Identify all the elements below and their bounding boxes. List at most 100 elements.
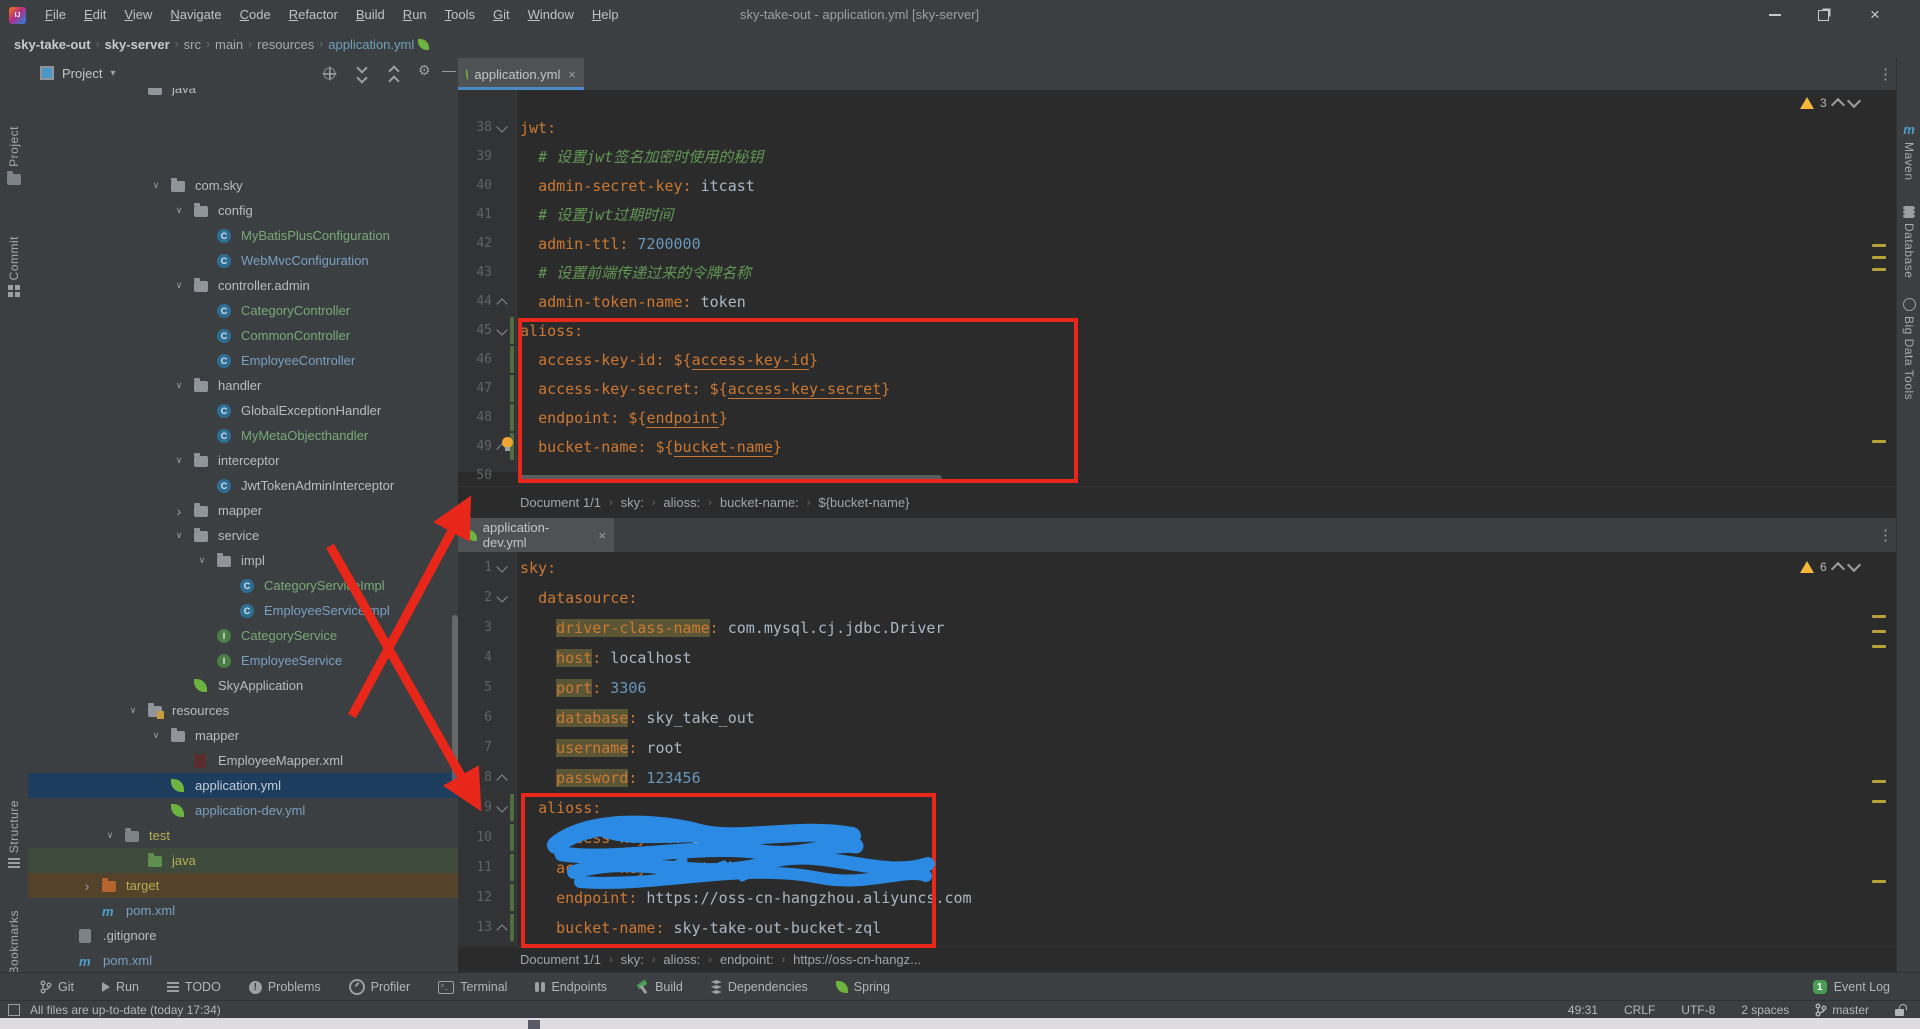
menu-tools[interactable]: Tools bbox=[436, 7, 484, 22]
editor1-options-icon[interactable]: ⋮ bbox=[1878, 65, 1894, 83]
breadcrumb-item[interactable]: ${bucket-name} bbox=[818, 495, 909, 510]
indent-setting[interactable]: 2 spaces bbox=[1741, 1003, 1789, 1017]
chevron-expanded-icon[interactable]: ∨ bbox=[174, 205, 184, 216]
breadcrumb-item[interactable]: Document 1/1 bbox=[520, 952, 601, 967]
breadcrumb-resources[interactable]: resources bbox=[257, 37, 314, 52]
breadcrumb-src[interactable]: src bbox=[184, 37, 201, 52]
code-line-3[interactable]: 3 driver-class-name: com.mysql.cj.jdbc.D… bbox=[458, 613, 1896, 642]
code-line-11[interactable]: 11 access-key-secret: keykY bbox=[458, 853, 1896, 882]
toolwindow-run[interactable]: Run bbox=[102, 980, 139, 994]
code-line-45[interactable]: 45alioss: bbox=[458, 316, 1896, 345]
caret-position[interactable]: 49:31 bbox=[1568, 1003, 1598, 1017]
code-line-46[interactable]: 46 access-key-id: ${access-key-id} bbox=[458, 345, 1896, 374]
line-ending[interactable]: CRLF bbox=[1624, 1003, 1655, 1017]
chevron-expanded-icon[interactable]: ∨ bbox=[128, 705, 138, 716]
fold-marker-icon[interactable] bbox=[496, 561, 507, 572]
code-line-41[interactable]: 41 # 设置jwt过期时间 bbox=[458, 200, 1896, 229]
menu-git[interactable]: Git bbox=[484, 7, 519, 22]
breadcrumb-sky-server[interactable]: sky-server bbox=[105, 37, 170, 52]
tree-item-interceptor[interactable]: ∨interceptor bbox=[28, 448, 458, 473]
lock-icon[interactable] bbox=[1895, 1009, 1904, 1016]
editor1-inspection-widget[interactable]: 3 bbox=[1800, 96, 1859, 110]
breadcrumb-item[interactable]: alioss: bbox=[663, 952, 700, 967]
menu-navigate[interactable]: Navigate bbox=[161, 7, 230, 22]
tree-item-application-dev.yml[interactable]: application-dev.yml bbox=[28, 798, 458, 823]
menu-edit[interactable]: Edit bbox=[75, 7, 115, 22]
tree-item-pom.xml[interactable]: mpom.xml bbox=[28, 948, 458, 972]
project-panel-title[interactable]: Project bbox=[62, 66, 102, 81]
breadcrumb-sky-take-out[interactable]: sky-take-out bbox=[14, 37, 91, 52]
tree-item-categoryserviceimpl[interactable]: CCategoryServiceImpl bbox=[28, 573, 458, 598]
tab-close-icon[interactable]: × bbox=[568, 67, 576, 82]
tree-item-controller.admin[interactable]: ∨controller.admin bbox=[28, 273, 458, 298]
chevron-collapsed-icon[interactable]: › bbox=[82, 878, 92, 894]
code-line-13[interactable]: 13 bucket-name: sky-take-out-bucket-zql bbox=[458, 913, 1896, 942]
menu-window[interactable]: Window bbox=[519, 7, 583, 22]
locate-file-icon[interactable] bbox=[322, 66, 337, 81]
sidebar-tool-maven[interactable]: mMaven bbox=[1897, 122, 1920, 181]
breadcrumb-item[interactable]: endpoint: bbox=[720, 952, 774, 967]
tab-application-dev-yml[interactable]: application-dev.yml × bbox=[458, 518, 614, 552]
tab-application-yml[interactable]: application.yml × bbox=[458, 58, 584, 90]
code-line-49[interactable]: 49 bucket-name: ${bucket-name} bbox=[458, 432, 1896, 461]
code-line-8[interactable]: 8 password: 123456 bbox=[458, 763, 1896, 792]
tree-item-employeeservice[interactable]: IEmployeeService bbox=[28, 648, 458, 673]
toolwindow-build[interactable]: Build bbox=[635, 980, 683, 994]
editor-application-dev-yml[interactable]: 6 1sky:2 datasource:3 driver-class-name:… bbox=[458, 552, 1896, 946]
restore-button[interactable] bbox=[1800, 0, 1846, 30]
hide-panel-icon[interactable]: — bbox=[442, 62, 456, 78]
tree-item-pom.xml[interactable]: mpom.xml bbox=[28, 898, 458, 923]
fold-marker-icon[interactable] bbox=[496, 801, 507, 812]
code-line-10[interactable]: 10 access-key-id: LTAI bbox=[458, 823, 1896, 852]
editor2-options-icon[interactable]: ⋮ bbox=[1878, 526, 1894, 544]
chevron-expanded-icon[interactable]: ∨ bbox=[174, 530, 184, 541]
tree-item-.gitignore[interactable]: .gitignore bbox=[28, 923, 458, 948]
code-line-5[interactable]: 5 port: 3306 bbox=[458, 673, 1896, 702]
tree-item-webmvcconfiguration[interactable]: CWebMvcConfiguration bbox=[28, 248, 458, 273]
tree-item-globalexceptionhandler[interactable]: CGlobalExceptionHandler bbox=[28, 398, 458, 423]
sidebar-tool-structure[interactable]: Structure bbox=[0, 800, 28, 868]
tree-item-application.yml[interactable]: application.yml bbox=[28, 773, 458, 798]
tree-item-java[interactable]: java bbox=[28, 88, 458, 101]
breadcrumb-item[interactable]: alioss: bbox=[663, 495, 700, 510]
menu-view[interactable]: View bbox=[115, 7, 161, 22]
toolwindow-terminal[interactable]: >_Terminal bbox=[438, 980, 507, 994]
fold-marker-icon[interactable] bbox=[496, 591, 507, 602]
fold-marker-icon[interactable] bbox=[496, 924, 507, 935]
fold-marker-icon[interactable] bbox=[496, 324, 507, 335]
file-encoding[interactable]: UTF-8 bbox=[1681, 1003, 1715, 1017]
tree-item-mybatisplusconfiguration[interactable]: CMyBatisPlusConfiguration bbox=[28, 223, 458, 248]
tree-item-employeeserviceimpl[interactable]: CEmployeeServiceImpl bbox=[28, 598, 458, 623]
tree-item-categoryservice[interactable]: ICategoryService bbox=[28, 623, 458, 648]
toolwindow-todo[interactable]: TODO bbox=[167, 980, 221, 994]
sidebar-tool-project[interactable]: Project bbox=[0, 126, 28, 185]
chevron-expanded-icon[interactable]: ∨ bbox=[197, 555, 207, 566]
code-line-7[interactable]: 7 username: root bbox=[458, 733, 1896, 762]
breadcrumb-item[interactable]: Document 1/1 bbox=[520, 495, 601, 510]
event-log-button[interactable]: 1 Event Log bbox=[1813, 980, 1890, 994]
toolwindow-spring[interactable]: Spring bbox=[836, 980, 890, 994]
toolwindow-dependencies[interactable]: Dependencies bbox=[711, 980, 808, 994]
expand-all-icon[interactable] bbox=[358, 64, 366, 82]
menu-file[interactable]: File bbox=[36, 7, 75, 22]
toolwindow-git[interactable]: Git bbox=[40, 980, 74, 994]
panel-settings-icon[interactable]: ⚙ bbox=[418, 62, 431, 79]
fold-marker-icon[interactable] bbox=[496, 774, 507, 785]
breadcrumb-main[interactable]: main bbox=[215, 37, 243, 52]
code-line-43[interactable]: 43 # 设置前端传递过来的令牌名称 bbox=[458, 258, 1896, 287]
tab-close-icon[interactable]: × bbox=[598, 528, 606, 543]
tree-item-mapper[interactable]: ∨mapper bbox=[28, 723, 458, 748]
breadcrumb-item[interactable]: sky: bbox=[621, 952, 644, 967]
tree-item-handler[interactable]: ∨handler bbox=[28, 373, 458, 398]
toolwindow-problems[interactable]: !Problems bbox=[249, 980, 321, 994]
chevron-expanded-icon[interactable]: ∨ bbox=[151, 730, 161, 741]
breadcrumb-application.yml[interactable]: application.yml bbox=[328, 37, 414, 52]
chevron-expanded-icon[interactable]: ∨ bbox=[174, 280, 184, 291]
fold-marker-icon[interactable] bbox=[496, 121, 507, 132]
chevron-expanded-icon[interactable]: ∨ bbox=[174, 455, 184, 466]
breadcrumb-item[interactable]: sky: bbox=[621, 495, 644, 510]
breadcrumb-item[interactable]: https://oss-cn-hangz... bbox=[793, 952, 921, 967]
code-line-48[interactable]: 48 endpoint: ${endpoint} bbox=[458, 403, 1896, 432]
toolwindow-profiler[interactable]: Profiler bbox=[349, 979, 411, 995]
tree-item-com.sky[interactable]: ∨com.sky bbox=[28, 173, 458, 198]
